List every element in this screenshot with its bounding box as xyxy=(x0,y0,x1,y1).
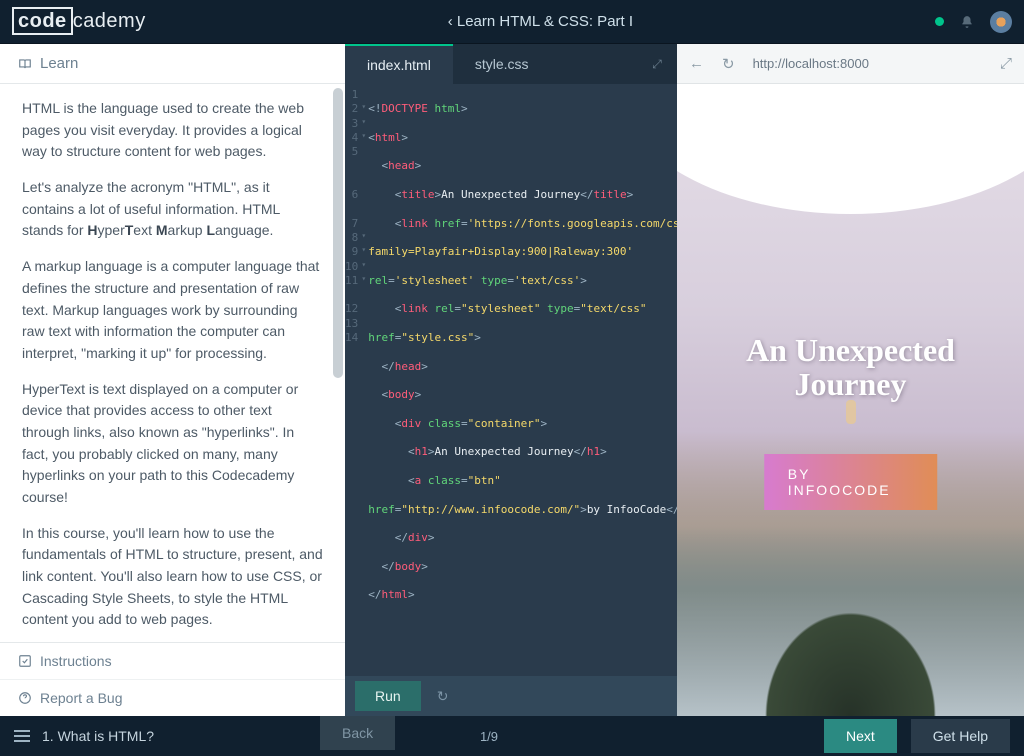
preview-toolbar: ← ↻ http://localhost:8000 ⤢ xyxy=(677,44,1024,84)
progress-indicator: 1/9 xyxy=(154,729,824,744)
expand-preview-icon[interactable]: ⤢ xyxy=(996,55,1016,72)
bottom-bar: 1. What is HTML? Back 1/9 Next Get Help xyxy=(0,716,1024,756)
bell-icon[interactable] xyxy=(960,15,974,29)
main: Learn HTML is the language used to creat… xyxy=(0,44,1024,716)
logo-rest: cademy xyxy=(73,10,146,32)
tab-index-html[interactable]: index.html xyxy=(345,44,453,84)
course-title[interactable]: Learn HTML & CSS: Part I xyxy=(146,13,935,30)
next-button[interactable]: Next xyxy=(824,719,897,753)
back-button[interactable]: Back xyxy=(320,716,395,750)
instructions-label: Instructions xyxy=(40,653,112,669)
hero-curve xyxy=(677,84,1024,214)
lesson-pane: Learn HTML is the language used to creat… xyxy=(0,44,345,716)
logo[interactable]: codecademy xyxy=(12,10,146,33)
run-button[interactable]: Run xyxy=(355,681,421,711)
step-title: 1. What is HTML? xyxy=(42,728,154,744)
lesson-tab-label: Learn xyxy=(40,55,78,72)
preview-pane: ← ↻ http://localhost:8000 ⤢ An Unexpecte… xyxy=(677,44,1024,716)
top-bar: codecademy Learn HTML & CSS: Part I xyxy=(0,0,1024,44)
lesson-paragraph: Let's analyze the acronym "HTML", as it … xyxy=(22,177,323,242)
instructions-toggle[interactable]: Instructions xyxy=(0,643,345,679)
lesson-paragraph: HyperText is text displayed on a compute… xyxy=(22,379,323,509)
editor-tabs: index.html style.css ⤢ xyxy=(345,44,677,84)
hero-title: An UnexpectedJourney xyxy=(677,334,1024,401)
editor-pane: index.html style.css ⤢ 12345678910111213… xyxy=(345,44,677,716)
avatar[interactable] xyxy=(990,11,1012,33)
get-help-button[interactable]: Get Help xyxy=(911,719,1010,753)
gutter: 1234567891011121314 xyxy=(345,88,368,676)
bottom-left: 1. What is HTML? xyxy=(14,728,154,744)
preview-body: An UnexpectedJourney BY INFOOCODE xyxy=(677,84,1024,716)
hero-cta-button[interactable]: BY INFOOCODE xyxy=(764,454,938,510)
logo-boxed: code xyxy=(12,7,73,35)
report-bug-label: Report a Bug xyxy=(40,690,123,706)
lesson-paragraph: In this course, you'll learn how to use … xyxy=(22,523,323,631)
lesson-footer: Instructions Report a Bug xyxy=(0,642,345,716)
lesson-paragraph: HTML is the language used to create the … xyxy=(22,98,323,163)
expand-icon[interactable]: ⤢ xyxy=(637,44,677,84)
status-dot-icon xyxy=(935,17,944,26)
code-editor[interactable]: 1234567891011121314 <!DOCTYPE html> <htm… xyxy=(345,84,677,676)
lesson-body[interactable]: HTML is the language used to create the … xyxy=(0,84,345,642)
reset-icon[interactable]: ↻ xyxy=(437,688,449,705)
back-arrow-icon[interactable]: ← xyxy=(685,55,708,72)
lesson-tab-learn[interactable]: Learn xyxy=(0,44,345,84)
url-field[interactable]: http://localhost:8000 xyxy=(749,56,986,71)
lesson-paragraph: A markup language is a computer language… xyxy=(22,256,323,364)
help-circle-icon xyxy=(18,691,32,705)
checkbox-icon xyxy=(18,654,32,668)
book-icon xyxy=(18,57,32,71)
menu-icon[interactable] xyxy=(14,730,30,742)
tab-style-css[interactable]: style.css xyxy=(453,44,551,84)
figure-graphic xyxy=(846,400,856,424)
reload-icon[interactable]: ↻ xyxy=(718,55,739,73)
header-icons xyxy=(935,11,1012,33)
code-lines: <!DOCTYPE html> <html> <head> <title>An … xyxy=(368,88,677,676)
scrollbar[interactable] xyxy=(333,88,343,378)
report-bug-link[interactable]: Report a Bug xyxy=(0,679,345,716)
editor-footer: Run ↻ xyxy=(345,676,677,716)
